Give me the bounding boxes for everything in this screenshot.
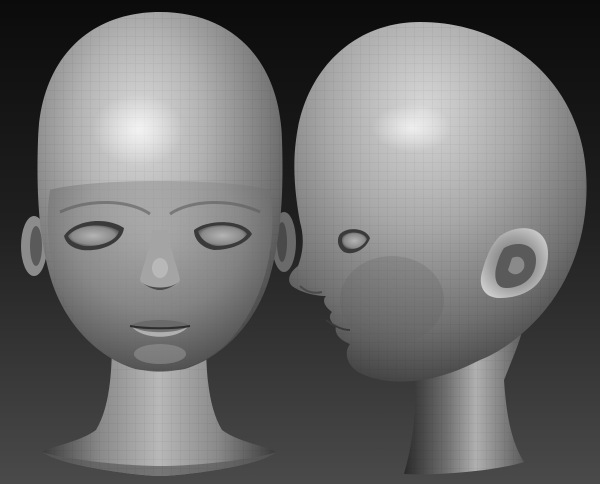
sculpt-render [0,0,600,484]
sculpt-viewport [0,0,600,484]
